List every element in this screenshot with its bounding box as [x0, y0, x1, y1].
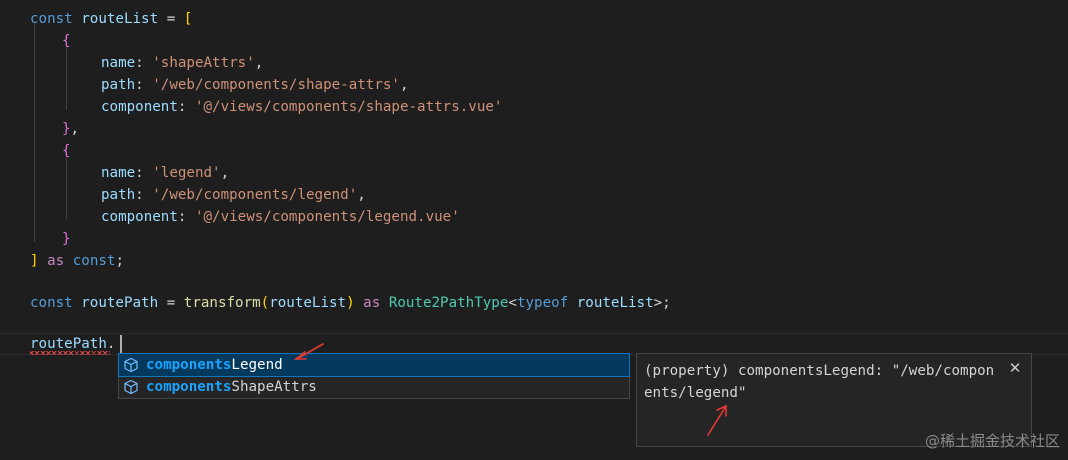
code-line-7: {: [62, 143, 71, 159]
cube-icon: [124, 357, 138, 373]
suggestion-item-components-shape-attrs[interactable]: componentsShapeAttrs: [119, 376, 629, 398]
error-squiggle: [30, 351, 110, 355]
code-line-1: const routeList = [: [30, 11, 193, 27]
code-editor[interactable]: const routeList = [ { name: 'shapeAttrs'…: [0, 0, 1068, 460]
details-signature: (property) componentsLegend: "/web/compo…: [644, 363, 995, 401]
code-line-6: },: [62, 121, 80, 137]
watermark: @稀土掘金技术社区: [924, 432, 1060, 450]
cube-icon: [124, 379, 138, 395]
code-line-3: name: 'shapeAttrs',: [101, 55, 264, 71]
code-line-12: ] as const;: [30, 253, 124, 269]
code-line-4: path: '/web/components/shape-attrs',: [101, 77, 409, 93]
indent-guide: [34, 22, 35, 242]
code-line-2: {: [62, 33, 71, 49]
code-line-10: component: '@/views/components/legend.vu…: [101, 209, 460, 225]
code-line-8: name: 'legend',: [101, 165, 230, 181]
code-line-9: path: '/web/components/legend',: [101, 187, 366, 203]
code-line-11: }: [62, 231, 71, 247]
suggestion-item-components-legend[interactable]: componentsLegend: [118, 353, 630, 377]
close-details-button[interactable]: ✕: [1006, 359, 1024, 377]
indent-guide: [66, 153, 67, 219]
current-line-highlight: [0, 333, 1068, 355]
suggestion-label: componentsLegend: [146, 357, 283, 373]
code-line-14: const routePath = transform(routeList) a…: [30, 295, 671, 311]
text-cursor: [120, 335, 122, 354]
indent-guide: [66, 44, 67, 110]
code-line-5: component: '@/views/components/shape-att…: [101, 99, 503, 115]
suggest-widget[interactable]: componentsLegend componentsShapeAttrs: [118, 353, 630, 399]
suggestion-label: componentsShapeAttrs: [146, 379, 317, 395]
